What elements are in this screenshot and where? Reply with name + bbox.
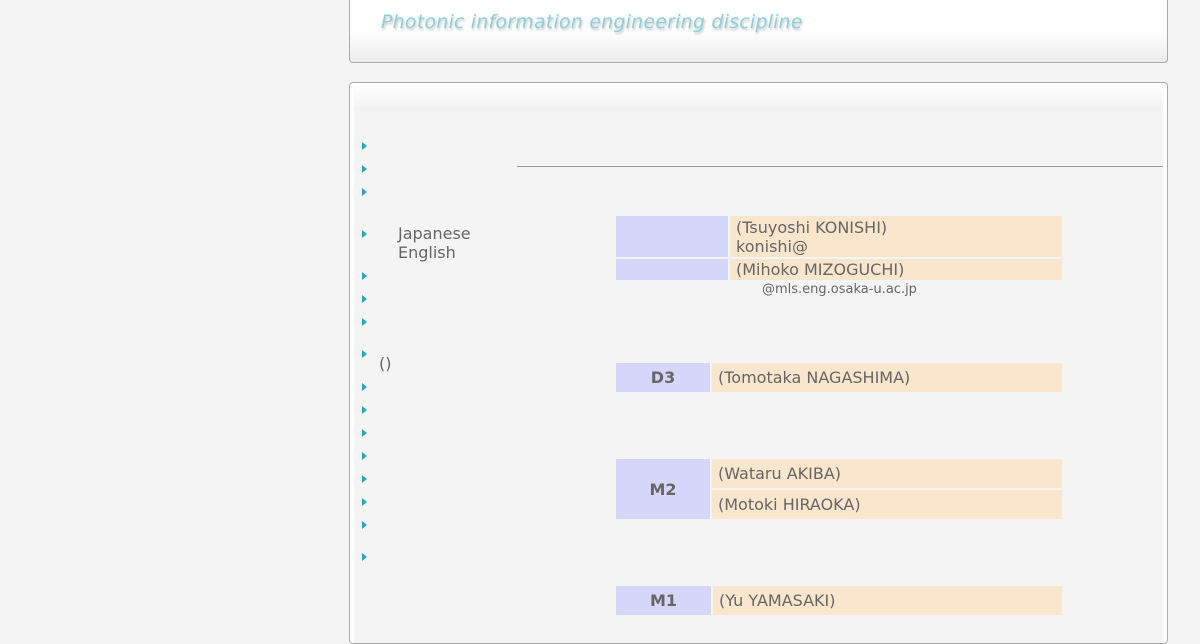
main-panel-top — [354, 83, 1163, 111]
main-panel-body: Japanese English () (Tsuyoshi KONISHI) k… — [354, 111, 1163, 643]
student-name: (Tomotaka NAGASHIMA) — [718, 368, 911, 387]
student-name-cell: (Motoki HIRAOKA) — [712, 490, 1062, 519]
staff-name-cell: (Mihoko MIZOGUCHI) — [730, 259, 1062, 280]
staff-label-cell — [616, 259, 728, 280]
member-content: (Tsuyoshi KONISHI) konishi@ (Mihoko MIZO… — [354, 111, 1163, 643]
student-name-cell: (Wataru AKIBA) — [712, 459, 1062, 488]
grade-label-m1: M1 — [616, 586, 711, 615]
student-name-cell: (Yu YAMASAKI) — [713, 586, 1062, 615]
grade-label-d3: D3 — [616, 363, 710, 392]
site-title: Photonic information engineering discipl… — [381, 11, 803, 33]
student-name: (Yu YAMASAKI) — [719, 591, 836, 610]
staff-email: konishi@ — [736, 236, 808, 256]
student-name: (Wataru AKIBA) — [718, 464, 842, 483]
staff-label-cell — [616, 216, 728, 257]
student-name: (Motoki HIRAOKA) — [718, 495, 861, 514]
email-domain-note: @mls.eng.osaka-u.ac.jp — [762, 282, 917, 297]
main-panel: Japanese English () (Tsuyoshi KONISHI) k… — [349, 82, 1168, 644]
staff-name-cell: (Tsuyoshi KONISHI) konishi@ — [730, 216, 1062, 257]
staff-name: (Tsuyoshi KONISHI) — [736, 217, 888, 237]
grade-label-m2: M2 — [616, 459, 710, 519]
student-name-cell: (Tomotaka NAGASHIMA) — [712, 363, 1062, 392]
header-banner: Photonic information engineering discipl… — [349, 0, 1168, 63]
staff-name: (Mihoko MIZOGUCHI) — [736, 260, 905, 279]
